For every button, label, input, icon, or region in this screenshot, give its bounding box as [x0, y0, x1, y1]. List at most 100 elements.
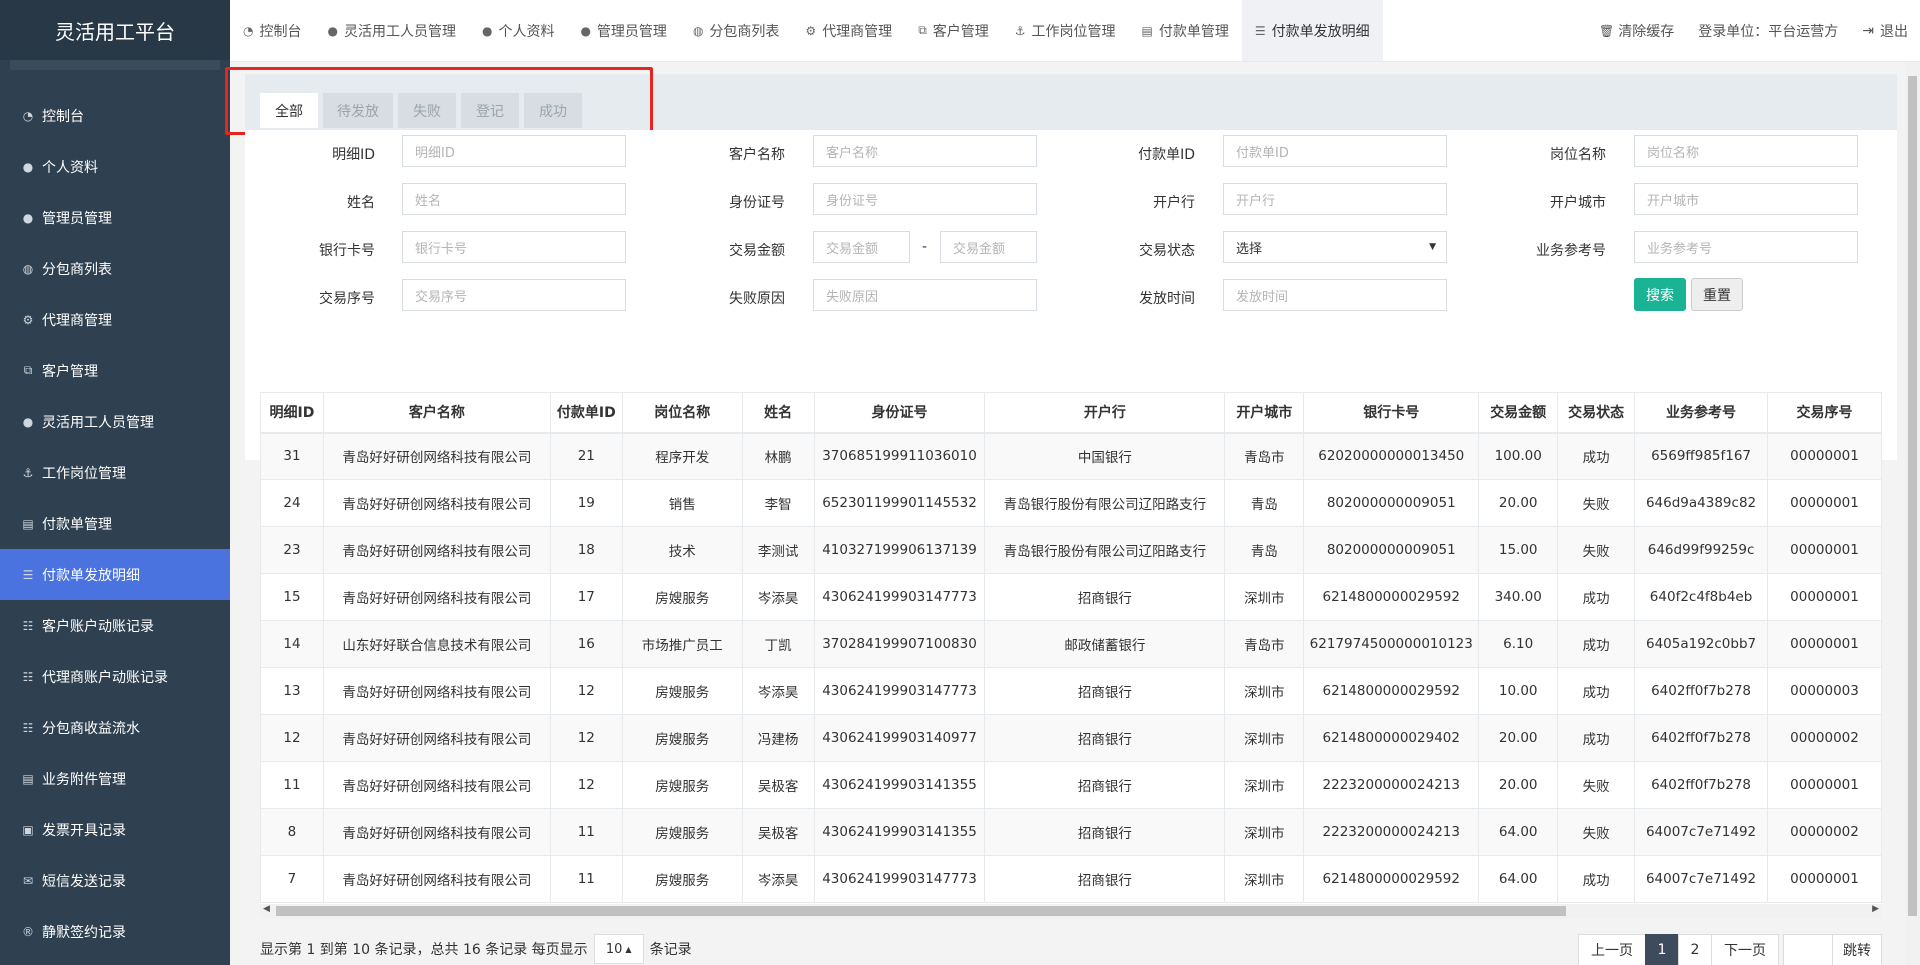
table-row[interactable]: 23 青岛好好研创网络科技有限公司 18 技术 李测试 41032719990613713…	[260, 526, 1882, 574]
page-size-select[interactable]: 10 ▲	[593, 934, 644, 964]
top-tab-label: 个人资料	[498, 23, 555, 40]
table-cell: 青岛好好研创网络科技有限公司	[322, 714, 551, 762]
top-tab-1[interactable]: ● 灵活用工人员管理	[314, 0, 468, 61]
serial-input[interactable]: 交易序号	[402, 279, 626, 311]
column-header[interactable]: 交易状态	[1557, 392, 1636, 434]
column-header[interactable]: 岗位名称	[621, 392, 743, 434]
file-icon: ▤	[22, 771, 34, 786]
column-header[interactable]: 付款单ID	[549, 392, 623, 434]
table-row[interactable]: 12 青岛好好研创网络科技有限公司 12 房嫂服务 冯建杨 430624199903140…	[260, 714, 1882, 762]
column-header[interactable]: 银行卡号	[1303, 392, 1480, 434]
top-tab-8[interactable]: ▤ 付款单管理	[1129, 0, 1242, 61]
table-cell: 6214800000029402	[1303, 714, 1480, 762]
sidebar-item-10[interactable]: ☷ 客户账户动账记录	[0, 600, 230, 651]
prev-page-button[interactable]: 上一页	[1578, 934, 1646, 965]
sidebar-item-9[interactable]: ☰ 付款单发放明细	[0, 549, 230, 600]
sidebar-item-5[interactable]: ⧉ 客户管理	[0, 345, 230, 396]
status-select[interactable]: 选择 ▼	[1223, 231, 1447, 263]
vertical-scrollbar[interactable]	[1905, 62, 1920, 965]
sidebar-item-1[interactable]: ● 个人资料	[0, 141, 230, 192]
sidebar-item-13[interactable]: ▤ 业务附件管理	[0, 753, 230, 804]
horizontal-scrollbar[interactable]: ◀ ▶	[260, 904, 1882, 918]
table-cell: 12	[260, 714, 324, 762]
amount-min-input[interactable]: 交易金额	[813, 231, 910, 263]
name-input[interactable]: 姓名	[402, 183, 626, 215]
column-header[interactable]: 身份证号	[813, 392, 986, 434]
payment-id-input[interactable]: 付款单ID	[1223, 135, 1447, 167]
table-row[interactable]: 31 青岛好好研创网络科技有限公司 21 程序开发 林鹏 3706851999110360…	[260, 432, 1882, 480]
page-1-button[interactable]: 1	[1645, 934, 1679, 965]
sidebar-item-11[interactable]: ☷ 代理商账户动账记录	[0, 651, 230, 702]
top-tab-7[interactable]: ⚓ 工作岗位管理	[1002, 0, 1129, 61]
table-cell: 20.00	[1478, 479, 1559, 527]
sidebar-item-0[interactable]: ◔ 控制台	[0, 90, 230, 141]
sidebar-item-3[interactable]: ◍ 分包商列表	[0, 243, 230, 294]
table-row[interactable]: 11 青岛好好研创网络科技有限公司 12 房嫂服务 吴极客 430624199903141…	[260, 761, 1882, 809]
sidebar-item-4[interactable]: ⚙ 代理商管理	[0, 294, 230, 345]
scroll-right-icon[interactable]: ▶	[1872, 904, 1879, 914]
sidebar-item-2[interactable]: ● 管理员管理	[0, 192, 230, 243]
top-tab-0[interactable]: ◔ 控制台	[230, 0, 314, 61]
search-button[interactable]: 搜索	[1634, 278, 1686, 311]
page-2-button[interactable]: 2	[1678, 934, 1712, 965]
sidebar-item-6[interactable]: ● 灵活用工人员管理	[0, 396, 230, 447]
column-header[interactable]: 开户城市	[1224, 392, 1305, 434]
column-header[interactable]: 业务参考号	[1634, 392, 1769, 434]
table-row[interactable]: 8 青岛好好研创网络科技有限公司 11 房嫂服务 吴极客 4306241999031413…	[260, 808, 1882, 856]
amount-max-input[interactable]: 交易金额	[940, 231, 1037, 263]
customer-name-input[interactable]: 客户名称	[813, 135, 1037, 167]
top-tab-5[interactable]: ⚙ 代理商管理	[792, 0, 905, 61]
table-cell: 430624199903141355	[813, 808, 986, 856]
next-page-button[interactable]: 下一页	[1711, 934, 1779, 965]
sidebar-item-12[interactable]: ☷ 分包商收益流水	[0, 702, 230, 753]
sidebar-item-8[interactable]: ▤ 付款单管理	[0, 498, 230, 549]
scroll-left-icon[interactable]: ◀	[263, 904, 270, 914]
table-row[interactable]: 15 青岛好好研创网络科技有限公司 17 房嫂服务 岑添昊 430624199903147…	[260, 573, 1882, 621]
table-cell: 640f2c4f8b4eb	[1634, 573, 1769, 621]
sidebar-item-14[interactable]: ▣ 发票开具记录	[0, 804, 230, 855]
jump-page-input[interactable]	[1783, 934, 1833, 965]
top-tab-2[interactable]: ● 个人资料	[469, 0, 567, 61]
column-header[interactable]: 开户行	[984, 392, 1226, 434]
reset-button[interactable]: 重置	[1691, 278, 1743, 311]
vertical-scroll-thumb[interactable]	[1908, 76, 1917, 916]
bank-input[interactable]: 开户行	[1223, 183, 1447, 215]
bank-city-input[interactable]: 开户城市	[1634, 183, 1858, 215]
column-header[interactable]: 姓名	[741, 392, 815, 434]
top-tab-4[interactable]: ◍ 分包商列表	[680, 0, 792, 61]
logout-button[interactable]: ⇥ 退出	[1850, 0, 1920, 61]
fail-reason-input[interactable]: 失败原因	[813, 279, 1037, 311]
column-header[interactable]: 交易序号	[1767, 392, 1882, 434]
cubes-icon: ⧉	[23, 363, 33, 377]
biz-ref-input[interactable]: 业务参考号	[1634, 231, 1858, 263]
sidebar-item-16[interactable]: ® 静默签约记录	[0, 906, 230, 957]
table-row[interactable]: 24 青岛好好研创网络科技有限公司 19 销售 李智 652301199901145532…	[260, 479, 1882, 527]
position-name-input[interactable]: 岗位名称	[1634, 135, 1858, 167]
list-ol-icon: ☷	[22, 618, 34, 633]
column-header[interactable]: 明细ID	[260, 392, 324, 434]
horizontal-scroll-thumb[interactable]	[276, 906, 1566, 916]
status-cell: 成功	[1557, 620, 1636, 668]
sidebar-item-15[interactable]: ✉ 短信发送记录	[0, 855, 230, 906]
status-cell: 成功	[1557, 432, 1636, 480]
issue-time-input[interactable]: 发放时间	[1223, 279, 1447, 311]
card-number-input[interactable]: 银行卡号	[402, 231, 626, 263]
clear-cache-button[interactable]: 🗑 清除缓存	[1587, 0, 1686, 61]
column-header[interactable]: 交易金额	[1478, 392, 1559, 434]
table-row[interactable]: 13 青岛好好研创网络科技有限公司 12 房嫂服务 岑添昊 430624199903147…	[260, 667, 1882, 715]
column-header[interactable]: 客户名称	[322, 392, 551, 434]
top-tab-6[interactable]: ⧉ 客户管理	[905, 0, 1002, 61]
top-tab-label: 客户管理	[932, 23, 989, 40]
sidebar-item-7[interactable]: ⚓ 工作岗位管理	[0, 447, 230, 498]
table-cell: 6214800000029592	[1303, 855, 1480, 903]
jump-button[interactable]: 跳转	[1832, 934, 1882, 965]
table-cell: 房嫂服务	[621, 855, 743, 903]
table-row[interactable]: 14 山东好好联合信息技术有限公司 16 市场推广员工 丁凯 37028419990710…	[260, 620, 1882, 668]
id-number-input[interactable]: 身份证号	[813, 183, 1037, 215]
top-tab-9[interactable]: ☰ 付款单发放明细	[1241, 0, 1383, 61]
dashboard-icon: ◔	[243, 23, 254, 38]
detail-id-input[interactable]: 明细ID	[402, 135, 626, 167]
top-tab-3[interactable]: ● 管理员管理	[567, 0, 679, 61]
user-icon: ●	[22, 210, 34, 225]
table-row[interactable]: 7 青岛好好研创网络科技有限公司 11 房嫂服务 岑添昊 4306241999031477…	[260, 855, 1882, 903]
